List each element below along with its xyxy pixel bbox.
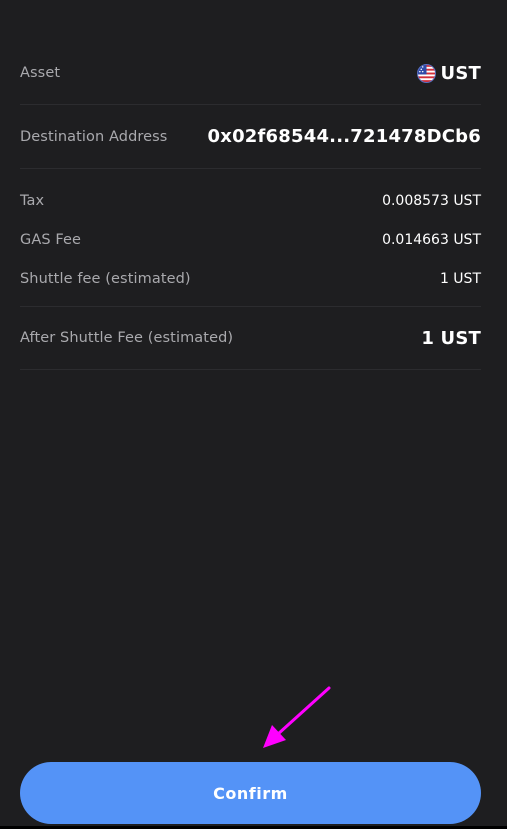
transaction-summary: Asset UST Destination Address 0x02f68544…: [20, 42, 481, 370]
after-fee-row: After Shuttle Fee (estimated) 1 UST: [20, 307, 481, 369]
annotation-arrow-icon: [263, 686, 331, 748]
asset-value: UST: [416, 62, 481, 84]
tax-label: Tax: [20, 192, 45, 209]
confirm-button[interactable]: Confirm: [20, 762, 481, 824]
tax-value: 0.008573 UST: [382, 192, 481, 209]
gas-fee-value: 0.014663 UST: [382, 231, 481, 248]
fee-row-tax: Tax 0.008573 UST: [20, 181, 481, 220]
fee-row-shuttle: Shuttle fee (estimated) 1 UST: [20, 259, 481, 298]
after-fee-label: After Shuttle Fee (estimated): [20, 330, 234, 346]
divider: [20, 369, 481, 370]
asset-symbol: UST: [440, 62, 481, 84]
asset-row: Asset UST: [20, 42, 481, 104]
shuttle-fee-label: Shuttle fee (estimated): [20, 270, 191, 287]
fees-section: Tax 0.008573 UST GAS Fee 0.014663 UST Sh…: [20, 169, 481, 306]
destination-address-value: 0x02f68544...721478DCb6: [207, 126, 481, 147]
shuttle-fee-value: 1 UST: [439, 270, 481, 287]
fee-row-gas: GAS Fee 0.014663 UST: [20, 220, 481, 259]
gas-fee-label: GAS Fee: [20, 231, 82, 248]
destination-address-label: Destination Address: [20, 128, 168, 145]
after-fee-value: 1 UST: [421, 327, 481, 349]
us-flag-coin-icon: [416, 63, 436, 83]
destination-address-row: Destination Address 0x02f68544...721478D…: [20, 105, 481, 168]
asset-label: Asset: [20, 65, 61, 81]
